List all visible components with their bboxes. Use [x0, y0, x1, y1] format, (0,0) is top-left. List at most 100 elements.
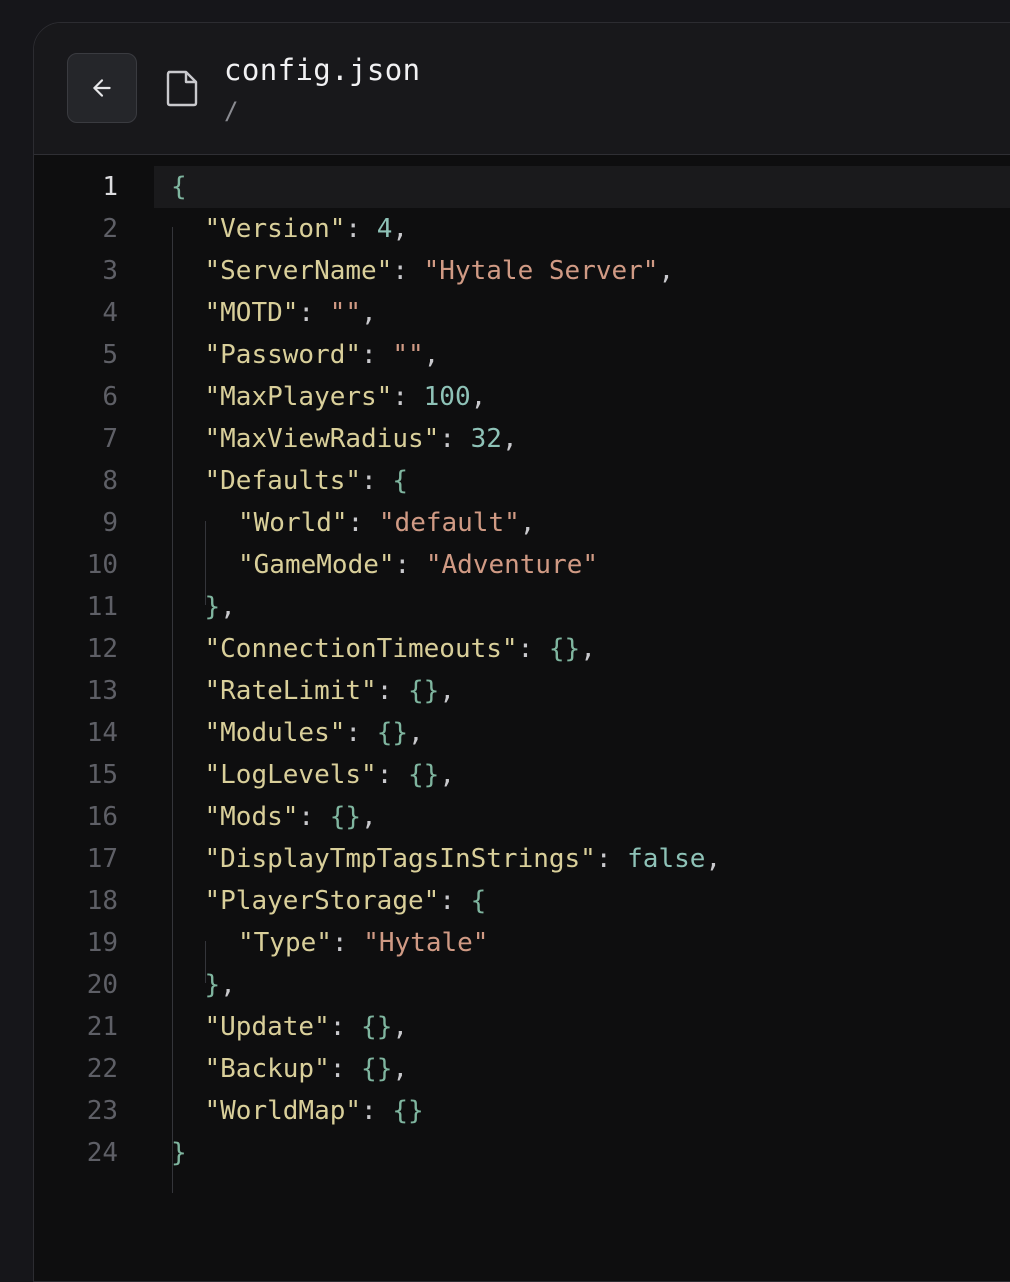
code-token: "GameMode": [238, 550, 395, 580]
code-token: {: [171, 172, 187, 202]
code-line[interactable]: 17 "DisplayTmpTagsInStrings": false,: [34, 838, 1010, 880]
code-token: {}: [392, 1096, 424, 1126]
code-token: :: [376, 760, 408, 790]
code-token: "Adventure": [425, 550, 599, 580]
code-text: "RateLimit": {},: [205, 670, 455, 712]
code-line[interactable]: 18 "PlayerStorage": {: [34, 880, 1010, 922]
code-token: :: [517, 634, 549, 664]
line-number: 3: [102, 256, 118, 286]
code-token: "": [392, 340, 424, 370]
code-token: :: [298, 298, 330, 328]
code-token: 32: [470, 424, 502, 454]
code-line[interactable]: 24}: [34, 1132, 1010, 1174]
code-line[interactable]: 9 "World": "default",: [34, 502, 1010, 544]
code-token: false: [627, 844, 706, 874]
code-token: :: [394, 550, 426, 580]
line-number: 13: [86, 676, 118, 706]
code-token: ,: [408, 718, 424, 748]
code-token: "Password": [204, 340, 362, 370]
code-token: :: [347, 508, 379, 538]
line-number: 23: [86, 1096, 118, 1126]
line-number: 15: [86, 760, 118, 790]
code-token: {}: [361, 1012, 393, 1042]
code-token: :: [439, 886, 471, 916]
code-line[interactable]: 23 "WorldMap": {}: [34, 1090, 1010, 1132]
line-number: 18: [86, 886, 118, 916]
code-text: },: [205, 586, 236, 628]
line-number: 14: [86, 718, 118, 748]
code-line[interactable]: 7 "MaxViewRadius": 32,: [34, 418, 1010, 460]
code-line[interactable]: 6 "MaxPlayers": 100,: [34, 376, 1010, 418]
line-number: 8: [102, 466, 118, 496]
code-token: "RateLimit": [204, 676, 377, 706]
code-line[interactable]: 1{: [102, 166, 1010, 208]
code-line[interactable]: 22 "Backup": {},: [34, 1048, 1010, 1090]
code-line[interactable]: 15 "LogLevels": {},: [34, 754, 1010, 796]
code-editor[interactable]: 1{2 "Version": 4, 3 "ServerName": "Hytale S…: [34, 155, 1010, 1281]
code-token: "Defaults": [204, 466, 362, 496]
code-token: :: [361, 466, 393, 496]
code-token: {: [392, 466, 409, 496]
code-token: "Update": [204, 1012, 330, 1042]
code-token: :: [345, 718, 377, 748]
line-number: 1: [102, 172, 118, 202]
code-token: "PlayerStorage": [204, 886, 440, 916]
code-token: ,: [361, 298, 377, 328]
code-text: "ServerName": "Hytale Server",: [205, 250, 675, 292]
code-token: "ConnectionTimeouts": [204, 634, 518, 664]
code-token: :: [595, 844, 628, 874]
line-number: 22: [86, 1054, 118, 1084]
code-text: "Update": {},: [205, 1006, 409, 1048]
line-number: 5: [102, 340, 118, 370]
code-token: {}: [376, 718, 409, 748]
code-line[interactable]: 16 "Mods": {},: [34, 796, 1010, 838]
code-text: "MaxViewRadius": 32,: [205, 418, 518, 460]
code-token: ,: [658, 256, 675, 286]
code-token: {}: [408, 760, 440, 790]
code-line[interactable]: 14 "Modules": {},: [34, 712, 1010, 754]
line-number: 10: [86, 550, 118, 580]
back-button[interactable]: [67, 53, 137, 123]
code-text: "PlayerStorage": {: [205, 880, 487, 922]
code-line[interactable]: 12 "ConnectionTimeouts": {},: [34, 628, 1010, 670]
code-line[interactable]: 19 "Type": "Hytale": [34, 922, 1010, 964]
line-number: 11: [86, 592, 118, 622]
code-token: "WorldMap": [204, 1096, 362, 1126]
line-number: 24: [86, 1138, 118, 1168]
code-token: }: [171, 1138, 187, 1168]
code-line[interactable]: 8 "Defaults": {: [34, 460, 1010, 502]
code-token: ,: [519, 508, 536, 538]
code-line[interactable]: 21 "Update": {},: [34, 1006, 1010, 1048]
code-token: ,: [220, 970, 236, 1000]
code-token: ,: [361, 802, 377, 832]
line-number: 17: [86, 844, 118, 874]
line-number: 9: [102, 508, 118, 538]
code-token: {}: [548, 634, 581, 664]
code-token: :: [298, 802, 330, 832]
code-token: :: [439, 424, 471, 454]
code-line[interactable]: 4 "MOTD": "",: [34, 292, 1010, 334]
code-token: ,: [470, 382, 487, 412]
code-token: ,: [392, 214, 409, 244]
code-token: "World": [238, 508, 348, 538]
code-token: :: [331, 928, 364, 958]
code-line[interactable]: 2 "Version": 4,: [34, 208, 1010, 250]
code-line[interactable]: 3 "ServerName": "Hytale Server",: [34, 250, 1010, 292]
code-token: ,: [220, 592, 236, 622]
code-text: "GameMode": "Adventure": [238, 544, 598, 586]
code-token: "default": [378, 508, 520, 538]
code-line[interactable]: 20},: [34, 964, 1010, 1006]
code-token: 4: [376, 214, 393, 244]
code-token: :: [329, 1054, 362, 1084]
code-token: {}: [361, 1054, 393, 1084]
code-text: "Password": "",: [205, 334, 440, 376]
code-token: {}: [329, 802, 362, 832]
code-line[interactable]: 13 "RateLimit": {},: [34, 670, 1010, 712]
code-line[interactable]: 5 "Password": "",: [34, 334, 1010, 376]
code-token: "Type": [238, 928, 332, 958]
code-text: }: [171, 1132, 187, 1174]
code-token: "MaxPlayers": [204, 382, 393, 412]
code-token: "Hytale": [363, 928, 489, 958]
code-line[interactable]: 11},: [34, 586, 1010, 628]
code-line[interactable]: 10 "GameMode": "Adventure": [34, 544, 1010, 586]
